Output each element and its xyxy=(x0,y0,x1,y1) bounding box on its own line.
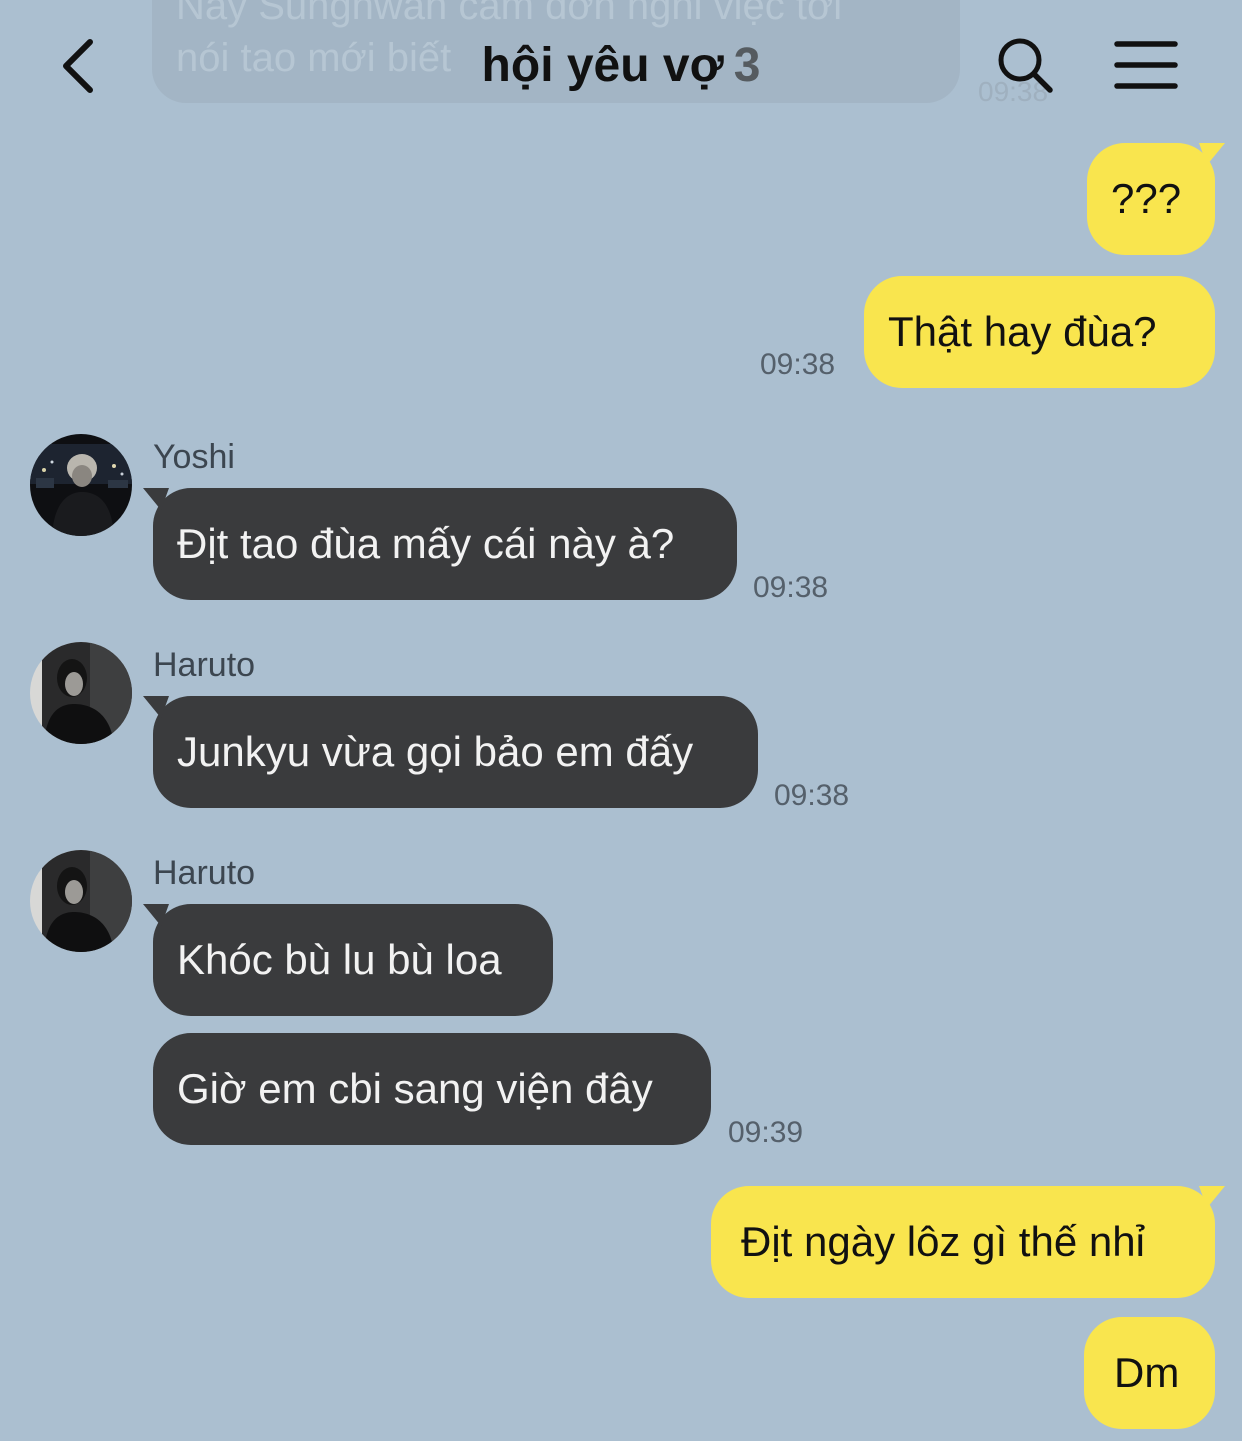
bubble-tail xyxy=(143,904,169,926)
message-time: 09:38 xyxy=(753,571,829,604)
avatar-haruto[interactable] xyxy=(30,642,132,744)
chat-screen: Nay Sunghwan cầm đơn nghỉ việc tới nói t… xyxy=(0,0,1242,1441)
chat-name: hội yêu vợ xyxy=(481,39,724,92)
my-message-bubble[interactable]: ??? xyxy=(1087,143,1225,255)
received-message-bubble[interactable]: Junkyu vừa gọi bảo em đấy xyxy=(143,696,758,808)
message-time: 09:38 xyxy=(760,348,836,381)
received-message-bubble[interactable]: Giờ em cbi sang viện đây xyxy=(153,1033,711,1145)
message-text: Thật hay đùa? xyxy=(888,308,1157,355)
my-message-bubble[interactable]: Dm xyxy=(1084,1317,1215,1429)
chat-title: hội yêu vợ 3 xyxy=(0,36,1242,96)
message-text: Junkyu vừa gọi bảo em đấy xyxy=(177,728,694,775)
avatar-haruto[interactable] xyxy=(30,850,132,952)
sender-name: Haruto xyxy=(153,854,256,892)
received-message-bubble[interactable]: Khóc bù lu bù loa xyxy=(143,904,553,1016)
message-text: ??? xyxy=(1111,175,1182,222)
sender-name: Haruto xyxy=(153,646,256,684)
bubble-tail xyxy=(143,488,169,510)
chat-header: hội yêu vợ 3 xyxy=(0,0,1242,130)
message-time: 09:38 xyxy=(774,779,850,812)
message-text: Dm xyxy=(1114,1349,1180,1396)
received-message-bubble[interactable]: Địt tao đùa mấy cái này à? xyxy=(143,488,737,600)
bubble-tail xyxy=(143,696,169,718)
member-count: 3 xyxy=(733,39,761,92)
message-text: Khóc bù lu bù loa xyxy=(177,936,502,983)
message-text: Địt tao đùa mấy cái này à? xyxy=(177,520,675,567)
message-text: Giờ em cbi sang viện đây xyxy=(177,1065,653,1112)
search-icon[interactable] xyxy=(996,36,1054,94)
my-message-bubble[interactable]: Thật hay đùa? xyxy=(864,276,1215,388)
bubble-tail xyxy=(1199,1186,1225,1208)
message-text: Địt ngày lôz gì thế nhỉ xyxy=(741,1218,1145,1265)
hamburger-menu-icon[interactable] xyxy=(1114,40,1178,90)
bubble-tail xyxy=(1199,143,1225,165)
my-message-bubble[interactable]: Địt ngày lôz gì thế nhỉ xyxy=(711,1186,1225,1298)
sender-name: Yoshi xyxy=(153,438,235,476)
avatar-yoshi[interactable] xyxy=(30,434,132,536)
message-time: 09:39 xyxy=(728,1116,804,1149)
